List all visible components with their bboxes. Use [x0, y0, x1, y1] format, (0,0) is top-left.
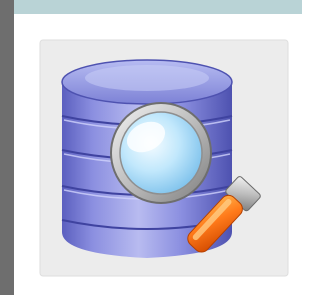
left-strip-fill: [0, 0, 14, 295]
screenshot-frame: [0, 0, 302, 295]
database-search-icon[interactable]: [0, 0, 302, 295]
top-bar-fill: [0, 0, 302, 14]
